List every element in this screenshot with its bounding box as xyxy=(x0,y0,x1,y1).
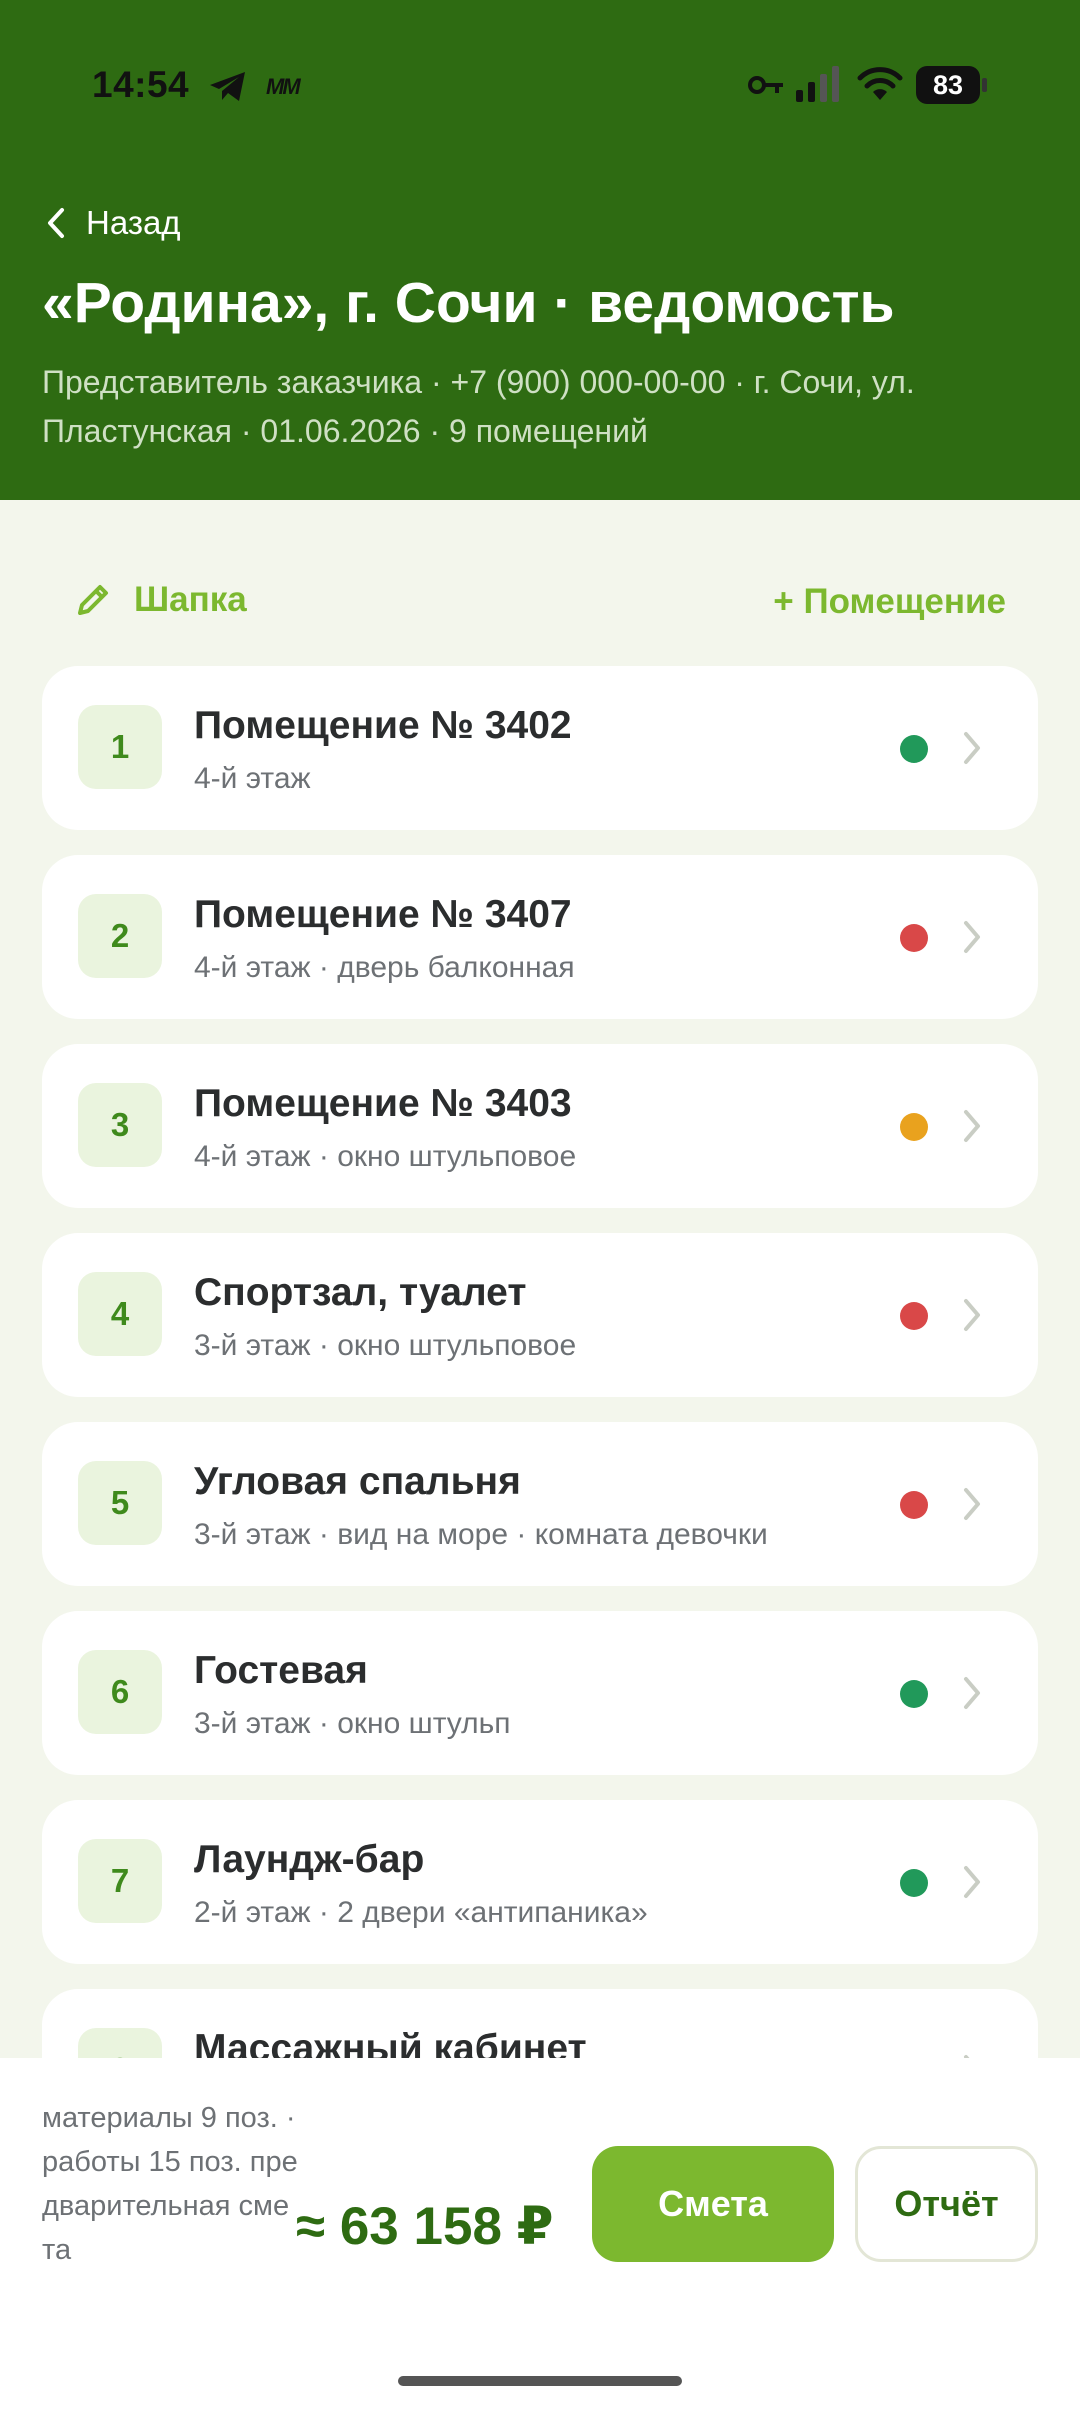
room-card[interactable]: 6 Гостевая 3-й этаж · окно штульп xyxy=(42,1611,1038,1775)
bottom-bar: материалы 9 поз. · работы 15 поз. предва… xyxy=(0,2058,1080,2410)
room-card[interactable]: 7 Лаундж-бар 2-й этаж · 2 двери «антипаник… xyxy=(42,1800,1038,1964)
back-label: Назад xyxy=(86,204,181,241)
status-dot-icon xyxy=(900,1869,928,1897)
chevron-right-icon xyxy=(964,732,980,764)
room-card[interactable]: 4 Спортзал, туалет 3-й этаж · окно штульпо… xyxy=(42,1233,1038,1397)
status-time: 14:54 xyxy=(92,64,190,105)
room-description: 3-й этаж · окно штульповое xyxy=(194,1329,577,1362)
room-number: 7 xyxy=(78,1839,162,1923)
room-number: 2 xyxy=(78,894,162,978)
total-amount: ≈ 63 158 ₽ xyxy=(296,2197,554,2256)
status-dot-icon xyxy=(900,1491,928,1519)
room-description: 2-й этаж · 2 двери «антипаника» xyxy=(194,1896,648,1929)
chevron-right-icon xyxy=(964,1299,980,1331)
room-name: Угловая спальня xyxy=(194,1460,521,1503)
report-button[interactable]: Отчёт xyxy=(855,2146,1038,2262)
room-card[interactable]: 2 Помещение № 3407 4-й этаж · дверь балкон… xyxy=(42,855,1038,1019)
chevron-right-icon xyxy=(964,921,980,953)
chevron-right-icon xyxy=(964,1110,980,1142)
battery-icon: 83 xyxy=(916,66,987,104)
header: 14:54 MM 83 Назад «Родина», г. Сочи · ве… xyxy=(0,0,1080,500)
room-card[interactable]: 3 Помещение № 3403 4-й этаж · окно штульпо… xyxy=(42,1044,1038,1208)
room-description: 4-й этаж · дверь балконная xyxy=(194,951,575,984)
page-subtitle: Представитель заказчика · +7 (900) 000-0… xyxy=(42,364,915,449)
room-description: 3-й этаж · окно штульп xyxy=(194,1707,511,1740)
room-name: Помещение № 3403 xyxy=(194,1082,572,1125)
room-name: Гостевая xyxy=(194,1649,368,1692)
signal-icon xyxy=(796,66,842,107)
telegram-icon xyxy=(208,70,248,109)
status-dot-icon xyxy=(900,735,928,763)
pencil-icon xyxy=(78,585,108,615)
mm-icon: MM xyxy=(266,74,301,99)
chevron-right-icon xyxy=(964,1866,980,1898)
room-name: Лаундж-бар xyxy=(194,1838,425,1881)
room-number: 4 xyxy=(78,1272,162,1356)
chevron-right-icon xyxy=(964,1488,980,1520)
room-number: 6 xyxy=(78,1650,162,1734)
edit-header-label: Шапка xyxy=(134,580,247,619)
home-indicator xyxy=(398,2376,682,2386)
wifi-icon xyxy=(856,66,904,107)
chevron-left-icon xyxy=(48,208,64,238)
room-number: 1 xyxy=(78,705,162,789)
room-description: 3-й этаж · вид на море · комната девочки xyxy=(194,1518,768,1551)
back-button[interactable]: Назад xyxy=(46,200,181,246)
room-name: Спортзал, туалет xyxy=(194,1271,527,1314)
room-name: Помещение № 3407 xyxy=(194,893,572,936)
room-card[interactable]: 5 Угловая спальня 3-й этаж · вид на море ·… xyxy=(42,1422,1038,1586)
room-number: 5 xyxy=(78,1461,162,1545)
edit-header-button[interactable]: Шапка xyxy=(76,580,247,620)
chevron-right-icon xyxy=(964,1677,980,1709)
room-card[interactable]: 1 Помещение № 3402 4-й этаж xyxy=(42,666,1038,830)
room-name: Помещение № 3402 xyxy=(194,704,572,747)
status-dot-icon xyxy=(900,1302,928,1330)
room-description: 4-й этаж · окно штульповое xyxy=(194,1140,577,1173)
page-title: «Родина», г. Сочи · ведомость xyxy=(42,271,895,335)
battery-level: 83 xyxy=(916,66,980,104)
status-dot-icon xyxy=(900,1680,928,1708)
room-number: 3 xyxy=(78,1083,162,1167)
add-room-button[interactable]: + Помещение xyxy=(773,582,1006,622)
status-bar: 14:54 MM 83 xyxy=(0,0,1080,170)
vpn-key-icon xyxy=(748,74,784,101)
summary-text: материалы 9 поз. · работы 15 поз. предва… xyxy=(42,2102,298,2266)
status-dot-icon xyxy=(900,1113,928,1141)
status-dot-icon xyxy=(900,924,928,952)
estimate-button[interactable]: Смета xyxy=(592,2146,834,2262)
actions-row: Шапка + Помещение xyxy=(0,570,1080,640)
room-description: 4-й этаж xyxy=(194,762,311,795)
